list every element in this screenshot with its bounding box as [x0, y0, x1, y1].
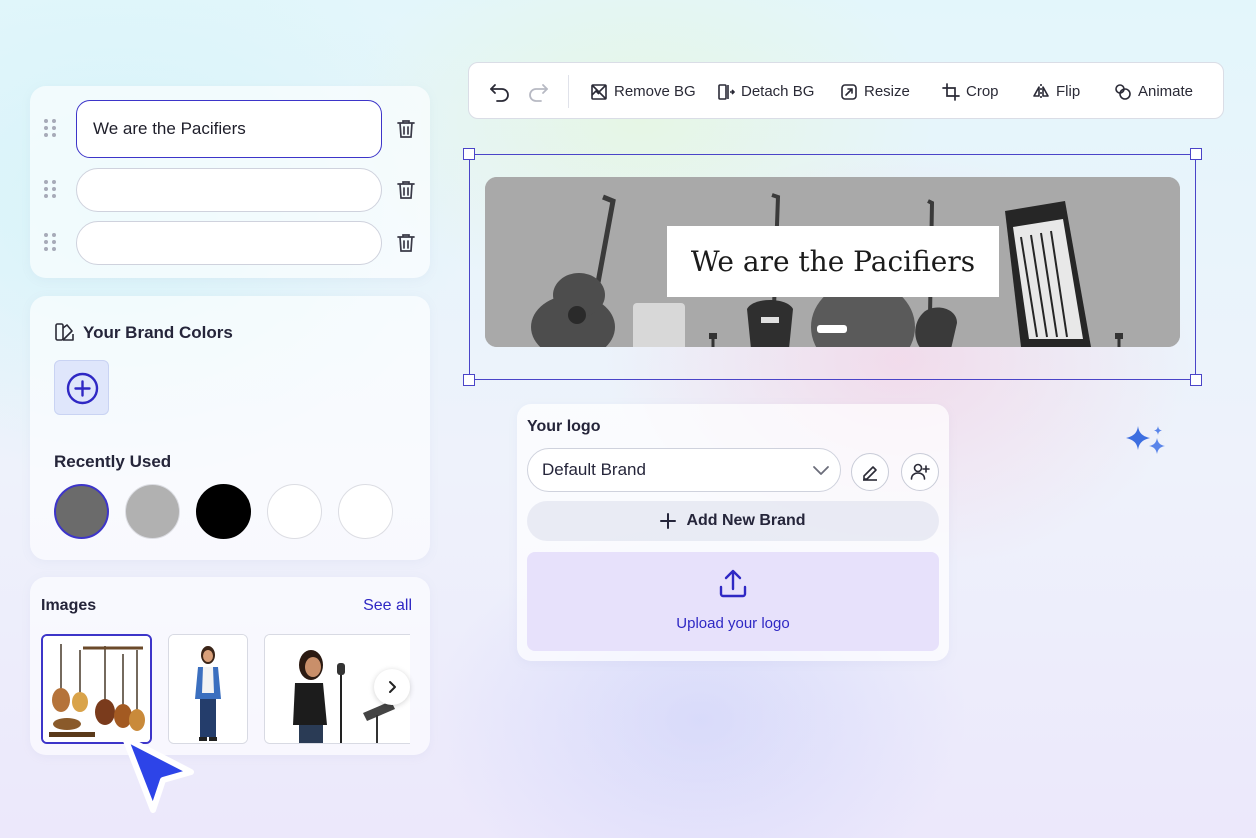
resize-handle[interactable]: [1190, 148, 1202, 160]
toolbar-divider: [568, 75, 569, 108]
sparkle-icon: [1126, 426, 1165, 454]
plus-circle-icon: [66, 372, 99, 405]
brand-select[interactable]: Default Brand: [527, 448, 841, 492]
animate-icon: [1115, 83, 1131, 100]
crop-button[interactable]: Crop: [942, 63, 999, 120]
add-user-button[interactable]: [901, 453, 939, 491]
resize-handle[interactable]: [463, 374, 475, 386]
selection-box: [463, 148, 1202, 386]
chevron-down-icon: [813, 466, 829, 475]
crop-icon: [942, 82, 960, 101]
upload-icon: [719, 569, 747, 598]
color-swatch[interactable]: [54, 484, 109, 539]
trash-icon[interactable]: [394, 178, 418, 202]
add-new-brand-button[interactable]: Add New Brand: [527, 501, 939, 541]
redo-icon[interactable]: [527, 82, 549, 102]
images-panel: Images See all: [30, 577, 430, 755]
drag-handle-icon[interactable]: [44, 180, 58, 200]
trash-icon[interactable]: [394, 117, 418, 141]
color-swatch[interactable]: [338, 484, 393, 539]
remove-bg-icon: [591, 83, 607, 100]
remove-bg-button[interactable]: Remove BG: [590, 63, 696, 120]
text-field-2[interactable]: [76, 168, 382, 212]
flip-button[interactable]: Flip: [1032, 63, 1080, 120]
text-field-1[interactable]: [76, 100, 382, 158]
recently-used-title: Recently Used: [54, 452, 172, 471]
logo-panel: Your logo Default Brand Add New Brand Up…: [517, 404, 949, 661]
pencil-icon: [863, 466, 877, 481]
image-thumbnail-guitars[interactable]: [41, 634, 152, 744]
detach-bg-button[interactable]: Detach BG: [717, 63, 814, 120]
text-field-3[interactable]: [76, 221, 382, 265]
trash-icon[interactable]: [394, 231, 418, 255]
undo-icon[interactable]: [489, 82, 511, 102]
chevron-right-icon: [389, 681, 396, 693]
resize-icon: [841, 83, 857, 100]
text-row: [30, 221, 430, 265]
cursor-icon: [122, 735, 194, 813]
next-images-button[interactable]: [374, 669, 410, 705]
see-all-link[interactable]: See all: [363, 597, 412, 615]
images-title: Images: [41, 597, 97, 614]
text-row: [30, 168, 430, 212]
brand-colors-panel: Your Brand Colors Recently Used: [30, 296, 430, 560]
resize-button[interactable]: Resize: [840, 63, 910, 120]
add-color-button[interactable]: [54, 360, 109, 415]
logo-title: Your logo: [527, 418, 601, 435]
palette-icon: [55, 323, 74, 341]
drag-handle-icon[interactable]: [44, 119, 58, 139]
text-row: [30, 100, 430, 158]
animate-button[interactable]: Animate: [1114, 63, 1193, 120]
brand-colors-title: Your Brand Colors: [83, 323, 233, 342]
guitars-image: [43, 636, 150, 742]
drag-handle-icon[interactable]: [44, 233, 58, 253]
detach-bg-icon: [718, 83, 735, 100]
upload-logo-label: Upload your logo: [676, 615, 790, 632]
color-swatch[interactable]: [196, 484, 251, 539]
flip-icon: [1033, 83, 1049, 100]
resize-handle[interactable]: [463, 148, 475, 160]
color-swatch[interactable]: [125, 484, 180, 539]
toolbar: Remove BG Detach BG Resize Crop Flip Ani…: [468, 62, 1224, 119]
plus-icon: [660, 513, 677, 529]
woman-image: [169, 635, 247, 743]
add-user-icon: [910, 463, 930, 480]
edit-brand-button[interactable]: [851, 453, 889, 491]
color-swatch[interactable]: [267, 484, 322, 539]
resize-handle[interactable]: [1190, 374, 1202, 386]
image-thumbnail-woman[interactable]: [168, 634, 248, 744]
upload-logo-dropzone[interactable]: Upload your logo: [527, 552, 939, 651]
text-fields-panel: [30, 86, 430, 278]
